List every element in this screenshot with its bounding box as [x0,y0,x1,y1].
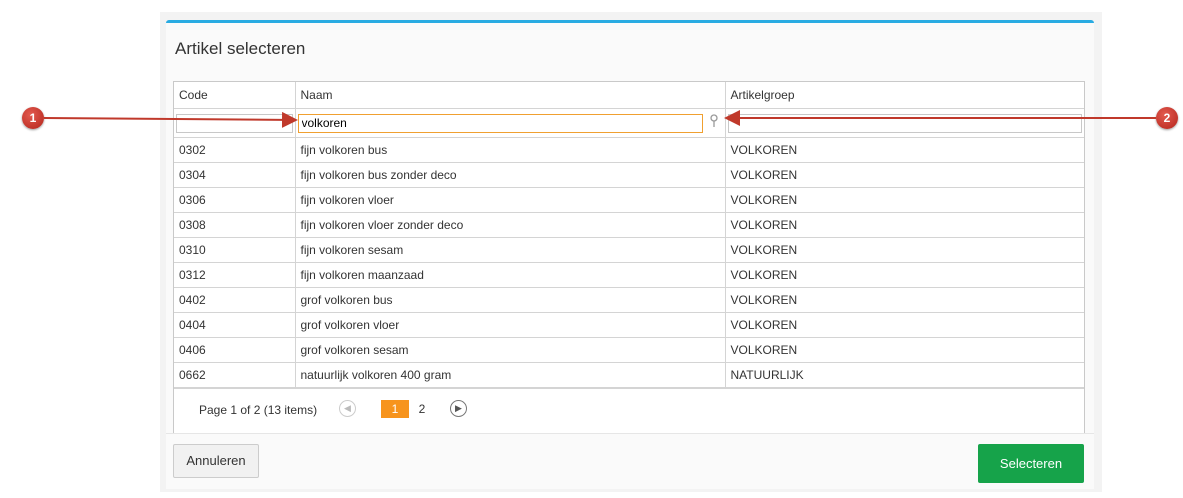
table-row[interactable]: 0310 fijn volkoren sesam VOLKOREN [174,237,1084,263]
cell-naam: natuurlijk volkoren 400 gram [294,362,726,388]
artikelgroep-filter-input[interactable] [727,113,1082,133]
table-row[interactable]: 0304 fijn volkoren bus zonder deco VOLKORE… [174,162,1084,188]
dialog: Artikel selecteren Code Naam Artikelgroe… [160,12,1102,492]
cell-naam: grof volkoren sesam [294,337,726,363]
footer-divider [166,433,1094,434]
filter-row [174,108,1084,138]
code-filter-input[interactable] [176,113,293,133]
table-row[interactable]: 0404 grof volkoren vloer VOLKOREN [174,312,1084,338]
dialog-panel: Artikel selecteren Code Naam Artikelgroe… [166,20,1094,489]
table-row[interactable]: 0308 fijn volkoren vloer zonder deco VOLKO… [174,212,1084,238]
cell-artikelgroep: VOLKOREN [724,212,1084,238]
cell-artikelgroep: VOLKOREN [724,262,1084,288]
filter-pin-icon[interactable] [709,114,719,128]
cell-naam: fijn volkoren bus [294,137,726,163]
table-row[interactable]: 0406 grof volkoren sesam VOLKOREN [174,337,1084,363]
cell-naam: fijn volkoren vloer zonder deco [294,212,726,238]
chevron-right-icon[interactable]: ▶ [450,400,467,417]
cell-code: 0302 [174,137,296,163]
cell-code: 0306 [174,187,296,213]
cell-artikelgroep: VOLKOREN [724,337,1084,363]
column-header-naam[interactable]: Naam [294,82,726,109]
cell-naam: fijn volkoren sesam [294,237,726,263]
cell-code: 0308 [174,212,296,238]
cell-artikelgroep: VOLKOREN [724,137,1084,163]
column-header-code[interactable]: Code [174,82,296,109]
cell-artikelgroep: VOLKOREN [724,187,1084,213]
cell-code: 0312 [174,262,296,288]
cell-naam: grof volkoren bus [294,287,726,313]
article-grid: Code Naam Artikelgroep volkoren 0302 fij… [173,81,1085,434]
cancel-button[interactable]: Annuleren [173,444,259,478]
table-row[interactable]: 0302 fijn volkoren bus VOLKOREN [174,137,1084,163]
table-row[interactable]: 0312 fijn volkoren maanzaad VOLKOREN [174,262,1084,288]
cell-code: 0662 [174,362,296,388]
cell-code: 0402 [174,287,296,313]
cell-artikelgroep: VOLKOREN [724,162,1084,188]
cell-code: 0310 [174,237,296,263]
cell-naam: fijn volkoren vloer [294,187,726,213]
cell-artikelgroep: VOLKOREN [724,287,1084,313]
table-row[interactable]: 0402 grof volkoren bus VOLKOREN [174,287,1084,313]
cell-code: 0304 [174,162,296,188]
callout-1: 1 [22,107,44,129]
cell-artikelgroep: NATUURLIJK [724,362,1084,388]
column-header-artikelgroep[interactable]: Artikelgroep [724,82,1084,109]
pager-summary: Page 1 of 2 (13 items) [199,403,318,417]
page-button-2[interactable]: 2 [408,400,436,418]
cell-naam: fijn volkoren maanzaad [294,262,726,288]
dialog-title: Artikel selecteren [175,39,306,58]
pager: Page 1 of 2 (13 items) ◀ 1 2 ▶ [174,388,1084,433]
cell-code: 0404 [174,312,296,338]
cell-artikelgroep: VOLKOREN [724,237,1084,263]
page-button-1[interactable]: 1 [381,400,409,418]
naam-filter-input[interactable] [297,113,703,133]
table-row[interactable]: 0662 natuurlijk volkoren 400 gram NATUURLI… [174,362,1084,388]
cell-naam: grof volkoren vloer [294,312,726,338]
select-button[interactable]: Selecteren [978,444,1084,483]
cell-naam: fijn volkoren bus zonder deco [294,162,726,188]
callout-2: 2 [1156,107,1178,129]
table-row[interactable]: 0306 fijn volkoren vloer VOLKOREN [174,187,1084,213]
cell-artikelgroep: VOLKOREN [724,312,1084,338]
cell-code: 0406 [174,337,296,363]
chevron-left-icon[interactable]: ◀ [339,400,356,417]
